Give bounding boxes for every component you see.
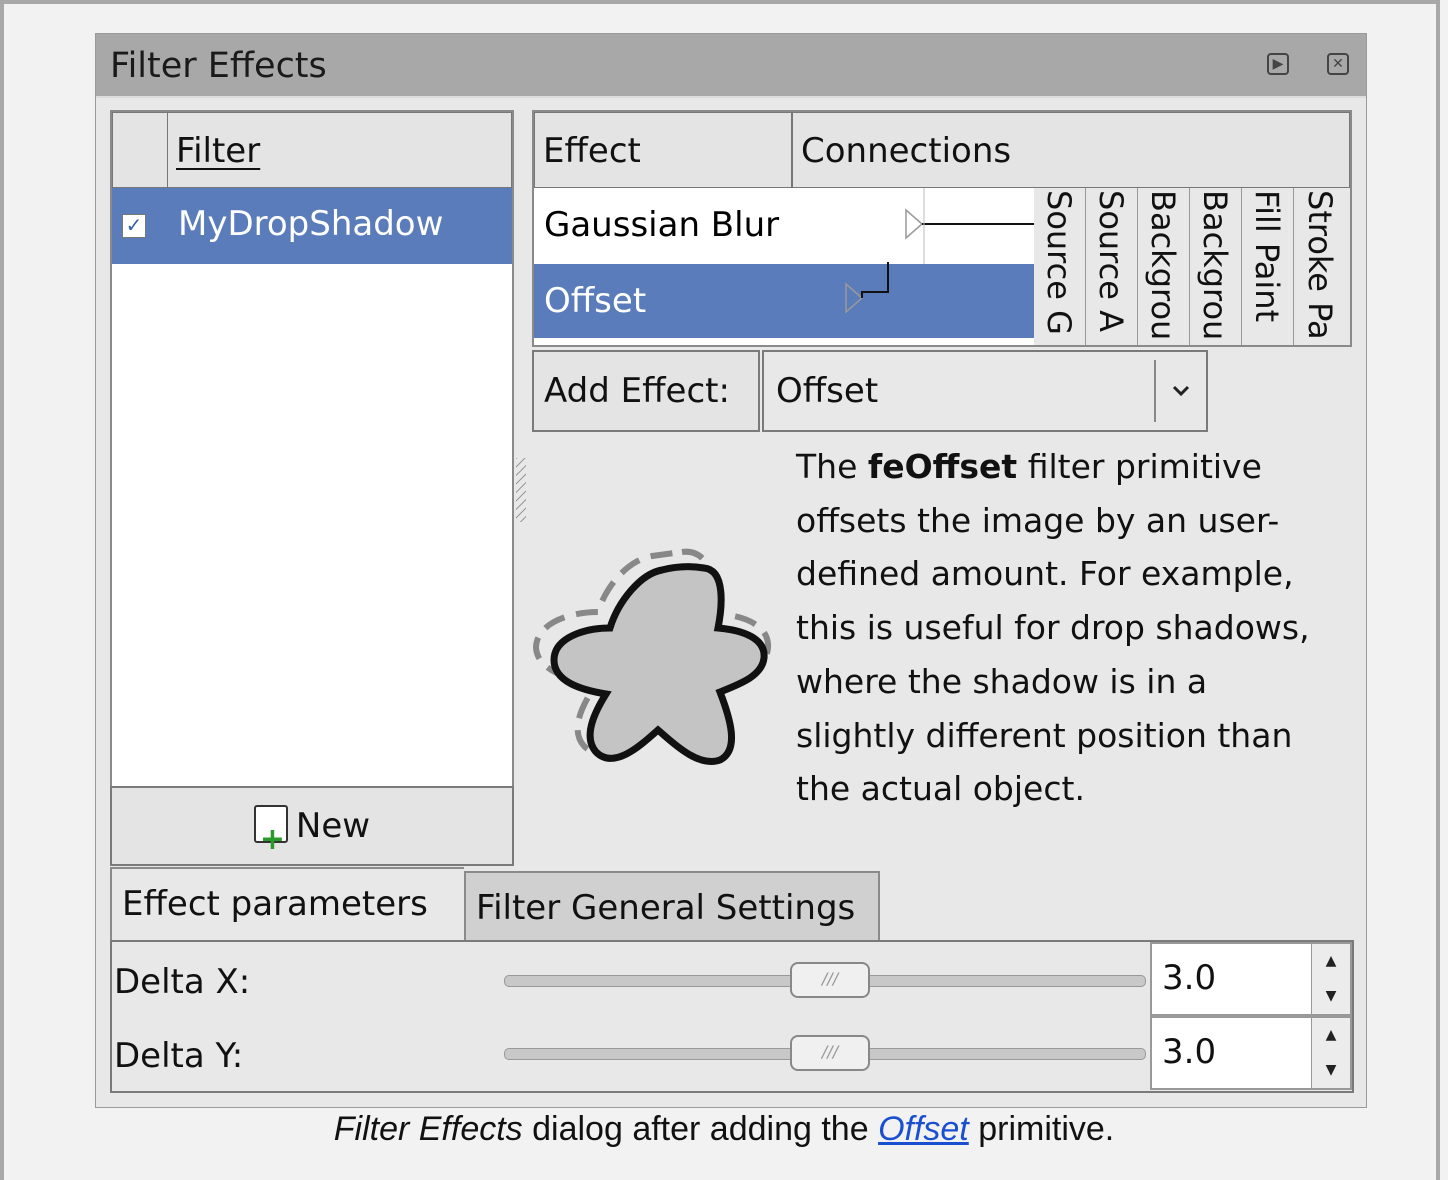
filter-checkbox-column-header[interactable] bbox=[112, 112, 168, 188]
filter-list[interactable]: Filter ✓ MyDropShadow bbox=[110, 110, 514, 865]
increment-icon[interactable]: ▲ bbox=[1312, 944, 1350, 979]
connections-column-header-label: Connections bbox=[801, 131, 1012, 171]
tab-filter-general-settings[interactable]: Filter General Settings bbox=[464, 871, 880, 943]
add-effect-row: Add Effect: Offset bbox=[532, 350, 1208, 432]
filter-column-header[interactable]: Filter bbox=[167, 112, 512, 188]
delta-y-slider-handle[interactable]: /// bbox=[790, 1035, 870, 1071]
offset-link[interactable]: Offset bbox=[878, 1110, 969, 1148]
tab-label: Effect parameters bbox=[122, 884, 428, 924]
tab-effect-parameters[interactable]: Effect parameters bbox=[110, 867, 464, 941]
play-icon[interactable]: ▶ bbox=[1267, 53, 1289, 75]
close-icon[interactable]: ✕ bbox=[1327, 53, 1349, 75]
filter-enabled-checkbox[interactable]: ✓ bbox=[122, 214, 146, 238]
effect-column-header-label: Effect bbox=[543, 131, 641, 171]
tab-label: Filter General Settings bbox=[476, 888, 856, 928]
connections-column-header[interactable]: Connections bbox=[792, 112, 1350, 188]
figure-caption: Filter Effects dialog after adding the O… bbox=[0, 1110, 1448, 1149]
filter-row[interactable]: ✓ MyDropShadow bbox=[112, 188, 512, 264]
input-background-alpha[interactable]: Backgrou bbox=[1190, 188, 1242, 345]
input-source-alpha[interactable]: Source A bbox=[1086, 188, 1138, 345]
effect-column-header[interactable]: Effect bbox=[534, 112, 792, 188]
new-button-label: New bbox=[295, 806, 371, 846]
chevron-down-icon[interactable] bbox=[1154, 360, 1206, 422]
input-background-image[interactable]: Backgrou bbox=[1138, 188, 1190, 345]
add-effect-button[interactable]: Add Effect: bbox=[532, 350, 760, 432]
description-prefix: The bbox=[796, 447, 868, 486]
description-text: filter primitive offsets the image by an… bbox=[796, 447, 1310, 809]
delta-y-value: 3.0 bbox=[1162, 1032, 1217, 1072]
dialog-title: Filter Effects bbox=[110, 46, 327, 86]
connection-inputs: Source G Source A Backgrou Backgrou Fill… bbox=[1034, 188, 1350, 345]
effect-parameters-panel: Delta X: /// 3.0 ▲ ▼ Delta Y: /// 3.0 ▲ … bbox=[110, 940, 1354, 1093]
input-source-graphic[interactable]: Source G bbox=[1034, 188, 1086, 345]
input-fill-paint[interactable]: Fill Paint bbox=[1242, 188, 1294, 345]
effect-description: The feOffset filter primitive offsets th… bbox=[796, 440, 1336, 816]
delta-y-spin-arrows: ▲ ▼ bbox=[1311, 1018, 1350, 1088]
offset-illustration bbox=[532, 540, 782, 776]
filter-effects-dialog: Filter Effects ▶ ✕ Filter ✓ MyDropShadow… bbox=[95, 33, 1367, 1108]
new-filter-button[interactable]: New bbox=[110, 786, 514, 878]
filter-column-header-label: Filter bbox=[176, 131, 261, 171]
effects-list[interactable]: Effect Connections Gaussian Blur Offset … bbox=[532, 110, 1352, 347]
delta-y-spinbutton[interactable]: 3.0 ▲ ▼ bbox=[1150, 1016, 1352, 1090]
delta-x-value: 3.0 bbox=[1162, 958, 1217, 998]
decrement-icon[interactable]: ▼ bbox=[1312, 979, 1350, 1014]
increment-icon[interactable]: ▲ bbox=[1312, 1018, 1350, 1053]
effect-name: Offset bbox=[544, 281, 647, 321]
caption-text: dialog after adding the bbox=[522, 1110, 879, 1148]
add-icon bbox=[253, 802, 288, 878]
caption-end: primitive. bbox=[968, 1110, 1115, 1148]
decrement-icon[interactable]: ▼ bbox=[1312, 1053, 1350, 1088]
delta-x-spin-arrows: ▲ ▼ bbox=[1311, 944, 1350, 1014]
delta-y-label: Delta Y: bbox=[114, 1036, 244, 1076]
delta-x-slider-handle[interactable]: /// bbox=[790, 962, 870, 998]
effect-type-value: Offset bbox=[776, 371, 879, 411]
dialog-titlebar: Filter Effects ▶ ✕ bbox=[96, 34, 1366, 98]
caption-dialog-name: Filter Effects bbox=[333, 1110, 523, 1148]
description-primitive-name: feOffset bbox=[867, 447, 1018, 486]
input-stroke-paint[interactable]: Stroke Pa bbox=[1294, 188, 1346, 345]
effect-type-select[interactable]: Offset bbox=[762, 350, 1208, 432]
pane-resize-handle[interactable] bbox=[516, 458, 526, 522]
filter-name: MyDropShadow bbox=[178, 204, 444, 244]
delta-x-label: Delta X: bbox=[114, 962, 251, 1002]
effect-name: Gaussian Blur bbox=[544, 205, 780, 245]
delta-x-spinbutton[interactable]: 3.0 ▲ ▼ bbox=[1150, 942, 1352, 1016]
